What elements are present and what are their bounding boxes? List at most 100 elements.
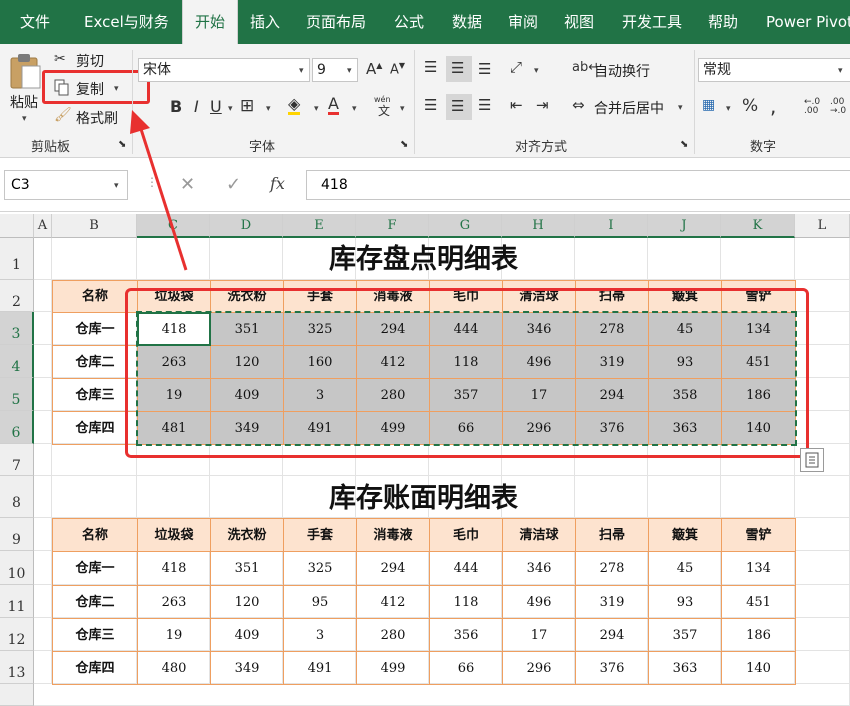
table2-value-cell[interactable]: 278	[575, 551, 649, 586]
tab-8[interactable]: 视图	[564, 0, 594, 44]
accounting-format-icon[interactable]: ▦	[702, 98, 715, 112]
table2-value-cell[interactable]: 66	[429, 651, 503, 685]
table2-value-cell[interactable]: 349	[210, 651, 284, 685]
table2-value-cell[interactable]: 325	[283, 551, 357, 586]
tab-6[interactable]: 数据	[452, 0, 482, 44]
grid-cell[interactable]	[34, 684, 850, 706]
column-header-E[interactable]: E	[283, 214, 356, 238]
phonetic-dropdown-icon[interactable]: ▾	[400, 104, 405, 114]
row-header-13[interactable]: 13	[0, 651, 34, 684]
fill-color-icon[interactable]: ◈	[288, 96, 301, 115]
table2-value-cell[interactable]: 294	[356, 551, 430, 586]
row-header-10[interactable]: 10	[0, 551, 34, 585]
row-header-3[interactable]: 3	[0, 312, 34, 345]
row-header-11[interactable]: 11	[0, 585, 34, 618]
clipboard-launcher-icon[interactable]: ⬊	[118, 140, 126, 150]
select-all-corner[interactable]	[0, 214, 34, 238]
fill-color-dropdown-icon[interactable]: ▾	[314, 104, 319, 114]
table2-value-cell[interactable]: 363	[648, 651, 722, 685]
column-header-F[interactable]: F	[356, 214, 429, 238]
grid-cell[interactable]	[34, 280, 52, 312]
table2-value-cell[interactable]: 294	[575, 618, 649, 652]
column-header-K[interactable]: K	[721, 214, 795, 238]
row-header-1[interactable]: 1	[0, 238, 34, 280]
table2-value-cell[interactable]: 499	[356, 651, 430, 685]
orientation-icon[interactable]: ⤢	[510, 60, 522, 75]
cancel-icon[interactable]: ✕	[180, 176, 195, 194]
borders-dropdown-icon[interactable]: ▾	[266, 104, 271, 114]
decrease-indent-icon[interactable]: ⇤	[510, 98, 523, 113]
table2-value-cell[interactable]: 280	[356, 618, 430, 652]
name-box-dropdown-icon[interactable]: ▾	[114, 181, 119, 191]
table2-value-cell[interactable]: 480	[137, 651, 211, 685]
table2-value-cell[interactable]: 409	[210, 618, 284, 652]
align-bottom-icon[interactable]: ☰	[478, 62, 491, 77]
table2-value-cell[interactable]: 376	[575, 651, 649, 685]
tab-11[interactable]: Power Pivot	[766, 0, 850, 44]
font-size-dropdown-icon[interactable]: ▾	[347, 66, 352, 76]
format-painter-button[interactable]: 🖌 格式刷	[54, 106, 130, 128]
grid-cell[interactable]	[34, 551, 52, 585]
decrease-font-icon[interactable]: A▼	[390, 62, 405, 77]
table2-value-cell[interactable]: 351	[210, 551, 284, 586]
grid-cell[interactable]	[795, 476, 850, 518]
table2-value-cell[interactable]: 496	[502, 585, 576, 619]
row-header-12[interactable]: 12	[0, 618, 34, 651]
column-header-B[interactable]: B	[52, 214, 137, 238]
align-top-icon[interactable]: ☰	[424, 60, 437, 75]
grid-cell[interactable]	[34, 411, 52, 444]
column-header-J[interactable]: J	[648, 214, 721, 238]
phonetic-guide-icon[interactable]: wén 文	[374, 96, 396, 118]
column-header-I[interactable]: I	[575, 214, 648, 238]
align-left-icon[interactable]: ☰	[424, 98, 437, 113]
enter-icon[interactable]: ✓	[226, 176, 241, 194]
percent-icon[interactable]: %	[742, 98, 758, 115]
table2-value-cell[interactable]: 356	[429, 618, 503, 652]
tab-4[interactable]: 页面布局	[306, 0, 366, 44]
table2-value-cell[interactable]: 140	[721, 651, 796, 685]
row-header-2[interactable]: 2	[0, 280, 34, 312]
grid-cell[interactable]	[795, 551, 850, 585]
bold-icon[interactable]: B	[170, 99, 182, 115]
grid-cell[interactable]	[34, 312, 52, 345]
table2-value-cell[interactable]: 357	[648, 618, 722, 652]
table2-value-cell[interactable]: 418	[137, 551, 211, 586]
table2-value-cell[interactable]: 319	[575, 585, 649, 619]
table2-value-cell[interactable]: 491	[283, 651, 357, 685]
font-color-icon[interactable]: A	[328, 96, 339, 115]
table2-value-cell[interactable]: 444	[429, 551, 503, 586]
font-color-dropdown-icon[interactable]: ▾	[352, 104, 357, 114]
increase-font-icon[interactable]: A▲	[366, 62, 382, 77]
alignment-launcher-icon[interactable]: ⬊	[680, 140, 688, 150]
underline-dropdown-icon[interactable]: ▾	[228, 104, 233, 114]
table2-value-cell[interactable]: 120	[210, 585, 284, 619]
underline-icon[interactable]: U	[210, 99, 222, 115]
table2-value-cell[interactable]: 95	[283, 585, 357, 619]
tab-0[interactable]: 文件	[20, 0, 50, 44]
tab-1[interactable]: Excel与财务	[84, 0, 169, 44]
table2-value-cell[interactable]: 3	[283, 618, 357, 652]
column-header-G[interactable]: G	[429, 214, 502, 238]
grid-cell[interactable]	[34, 476, 52, 518]
align-right-icon[interactable]: ☰	[478, 98, 491, 113]
insert-function-icon[interactable]: fx	[270, 176, 285, 192]
table2-value-cell[interactable]: 45	[648, 551, 722, 586]
column-header-L[interactable]: L	[795, 214, 850, 238]
row-header-5[interactable]: 5	[0, 378, 34, 411]
table2-value-cell[interactable]: 451	[721, 585, 796, 619]
grid-cell[interactable]	[34, 518, 52, 551]
wrap-text-button[interactable]: ab↵ 自动换行	[570, 58, 680, 82]
paste-dropdown-icon[interactable]: ▾	[22, 114, 27, 124]
table2-value-cell[interactable]: 412	[356, 585, 430, 619]
comma-style-icon[interactable]: ,	[770, 96, 776, 116]
paste-button[interactable]: 粘贴 ▾	[4, 50, 44, 130]
align-middle-button[interactable]: ☰	[446, 56, 472, 82]
column-header-A[interactable]: A	[34, 214, 52, 238]
tab-2[interactable]: 开始	[182, 0, 238, 44]
grid-cell[interactable]	[34, 345, 52, 378]
accounting-dropdown-icon[interactable]: ▾	[726, 104, 731, 114]
grid-cell[interactable]	[795, 518, 850, 551]
grid-cell[interactable]	[34, 651, 52, 684]
row-header-6[interactable]: 6	[0, 411, 34, 444]
grid-cell[interactable]	[34, 238, 52, 280]
